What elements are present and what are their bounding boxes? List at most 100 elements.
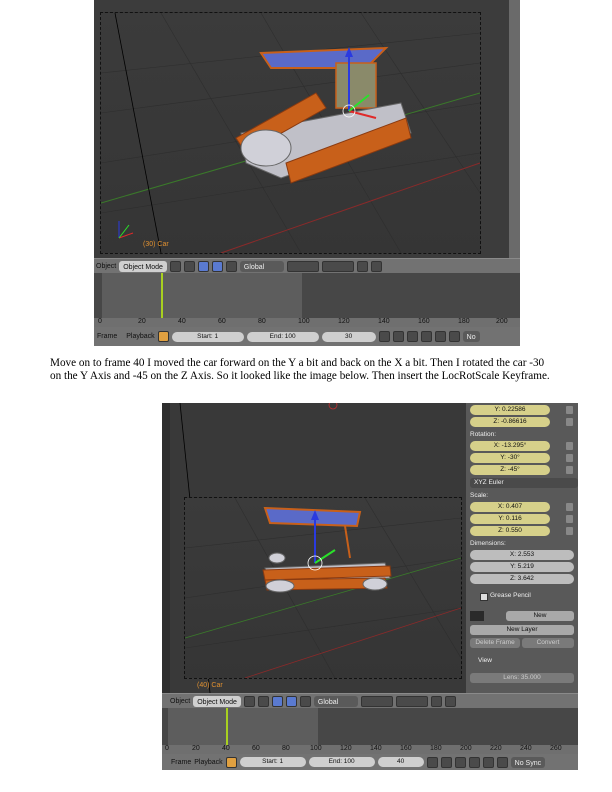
shading-icon[interactable]	[169, 260, 181, 272]
playback-menu[interactable]: Playback	[194, 759, 222, 766]
lens-field[interactable]: Lens: 35.000	[470, 673, 574, 683]
layers-icon[interactable]	[286, 260, 319, 272]
pivot-icon[interactable]	[257, 695, 269, 707]
snap-icon[interactable]	[356, 260, 368, 272]
lock-icon[interactable]	[566, 466, 573, 474]
layers2-icon[interactable]	[395, 695, 428, 707]
layers2-icon[interactable]	[321, 260, 354, 272]
scale-z-field[interactable]: Z: 0.550	[470, 526, 550, 536]
rotation-y-field[interactable]: Y: -30°	[470, 453, 550, 463]
sync-select[interactable]: No Sync	[510, 756, 546, 768]
tick-label: 120	[340, 745, 352, 752]
rotation-z-field[interactable]: Z: -45°	[470, 465, 550, 475]
tick-label: 260	[550, 745, 562, 752]
current-frame-field[interactable]: 30	[321, 331, 376, 342]
tick-label: 60	[252, 745, 260, 752]
object-mode-select[interactable]: Object Mode	[193, 695, 241, 707]
new-button[interactable]: New	[506, 611, 574, 621]
rotation-x-field[interactable]: X: -13.295°	[470, 441, 550, 451]
delete-frame-button[interactable]: Delete Frame	[470, 638, 520, 648]
jump-start-icon[interactable]	[378, 331, 390, 342]
location-z-field[interactable]: Z: -0.86616	[470, 417, 550, 427]
orientation-select[interactable]: Global	[313, 695, 358, 707]
dimension-y-field[interactable]: Y: 5.219	[470, 562, 574, 572]
keyframe-icon[interactable]	[225, 756, 237, 768]
current-frame-marker[interactable]	[226, 708, 228, 745]
prev-key-icon[interactable]	[440, 756, 452, 768]
3d-viewport[interactable]: (30) Car	[94, 0, 509, 258]
render-icon[interactable]	[444, 695, 456, 707]
lock-icon[interactable]	[566, 442, 573, 450]
tick-label: 140	[378, 318, 390, 325]
current-frame-field[interactable]: 40	[377, 757, 424, 767]
new-layer-button[interactable]: New Layer	[470, 625, 574, 635]
next-key-icon[interactable]	[482, 756, 494, 768]
start-frame-field[interactable]: Start: 1	[171, 331, 244, 342]
manipulator-translate-icon[interactable]	[197, 260, 209, 272]
tick-label: 0	[98, 318, 102, 325]
grease-pencil-checkbox[interactable]	[480, 593, 488, 601]
jump-end-icon[interactable]	[448, 331, 460, 342]
view-panel-header[interactable]: View	[478, 657, 492, 664]
frame-menu[interactable]: Frame	[171, 759, 191, 766]
scale-y-field[interactable]: Y: 0.116	[470, 514, 550, 524]
shading-icon[interactable]	[243, 695, 255, 707]
dimension-z-field[interactable]: Z: 3.642	[470, 574, 574, 584]
lock-icon[interactable]	[566, 515, 573, 523]
jump-end-icon[interactable]	[496, 756, 508, 768]
lock-icon[interactable]	[566, 406, 573, 414]
jump-start-icon[interactable]	[426, 756, 438, 768]
grease-pencil-header[interactable]: Grease Pencil	[490, 592, 531, 599]
object-mode-select[interactable]: Object Mode	[119, 260, 167, 272]
play-reverse-icon[interactable]	[454, 756, 466, 768]
tick-label: 240	[520, 745, 532, 752]
next-key-icon[interactable]	[434, 331, 446, 342]
manipulator-scale-icon[interactable]	[225, 260, 237, 272]
object-menu[interactable]: Object	[96, 263, 116, 270]
manipulator-rotate-icon[interactable]	[285, 695, 297, 707]
tick-label: 200	[460, 745, 472, 752]
end-frame-field[interactable]: End: 100	[308, 757, 375, 767]
tick-label: 20	[192, 745, 200, 752]
prev-key-icon[interactable]	[392, 331, 404, 342]
frame-range	[102, 273, 302, 318]
keyframe-icon[interactable]	[157, 331, 169, 342]
car-model[interactable]	[262, 506, 392, 593]
location-y-field[interactable]: Y: 0.22586	[470, 405, 550, 415]
tick-label: 40	[222, 745, 230, 752]
play-reverse-icon[interactable]	[406, 331, 418, 342]
play-icon[interactable]	[468, 756, 480, 768]
orientation-select[interactable]: Global	[239, 260, 284, 272]
snap-icon[interactable]	[430, 695, 442, 707]
car-model[interactable]	[235, 46, 412, 184]
layers-icon[interactable]	[360, 695, 393, 707]
tick-label: 40	[178, 318, 186, 325]
pivot-icon[interactable]	[183, 260, 195, 272]
lock-icon[interactable]	[566, 527, 573, 535]
convert-button[interactable]: Convert	[522, 638, 574, 648]
play-icon[interactable]	[420, 331, 432, 342]
manipulator-scale-icon[interactable]	[299, 695, 311, 707]
lock-icon[interactable]	[566, 454, 573, 462]
start-frame-field[interactable]: Start: 1	[239, 757, 306, 767]
current-frame-marker[interactable]	[161, 273, 163, 318]
object-menu[interactable]: Object	[170, 698, 190, 705]
frame-menu[interactable]: Frame	[97, 333, 117, 340]
lock-icon[interactable]	[566, 503, 573, 511]
lock-icon[interactable]	[566, 418, 573, 426]
instruction-paragraph: Move on to frame 40 I moved the car forw…	[50, 357, 550, 382]
scale-x-field[interactable]: X: 0.407	[470, 502, 550, 512]
timeline-area[interactable]	[94, 273, 520, 318]
sync-select[interactable]: No	[462, 331, 480, 342]
dimension-x-field[interactable]: X: 2.553	[470, 550, 574, 560]
tick-label: 80	[282, 745, 290, 752]
manipulator-rotate-icon[interactable]	[211, 260, 223, 272]
rotation-mode-select[interactable]: XYZ Euler	[470, 478, 578, 488]
render-icon[interactable]	[370, 260, 382, 272]
manipulator-translate-icon[interactable]	[271, 695, 283, 707]
3d-viewport[interactable]: (40) Car	[170, 403, 466, 693]
playback-menu[interactable]: Playback	[126, 333, 154, 340]
timeline-area[interactable]	[162, 708, 578, 745]
timeline-footer: Frame Playback Start: 1 End: 100 30 No	[94, 327, 520, 346]
end-frame-field[interactable]: End: 100	[246, 331, 319, 342]
